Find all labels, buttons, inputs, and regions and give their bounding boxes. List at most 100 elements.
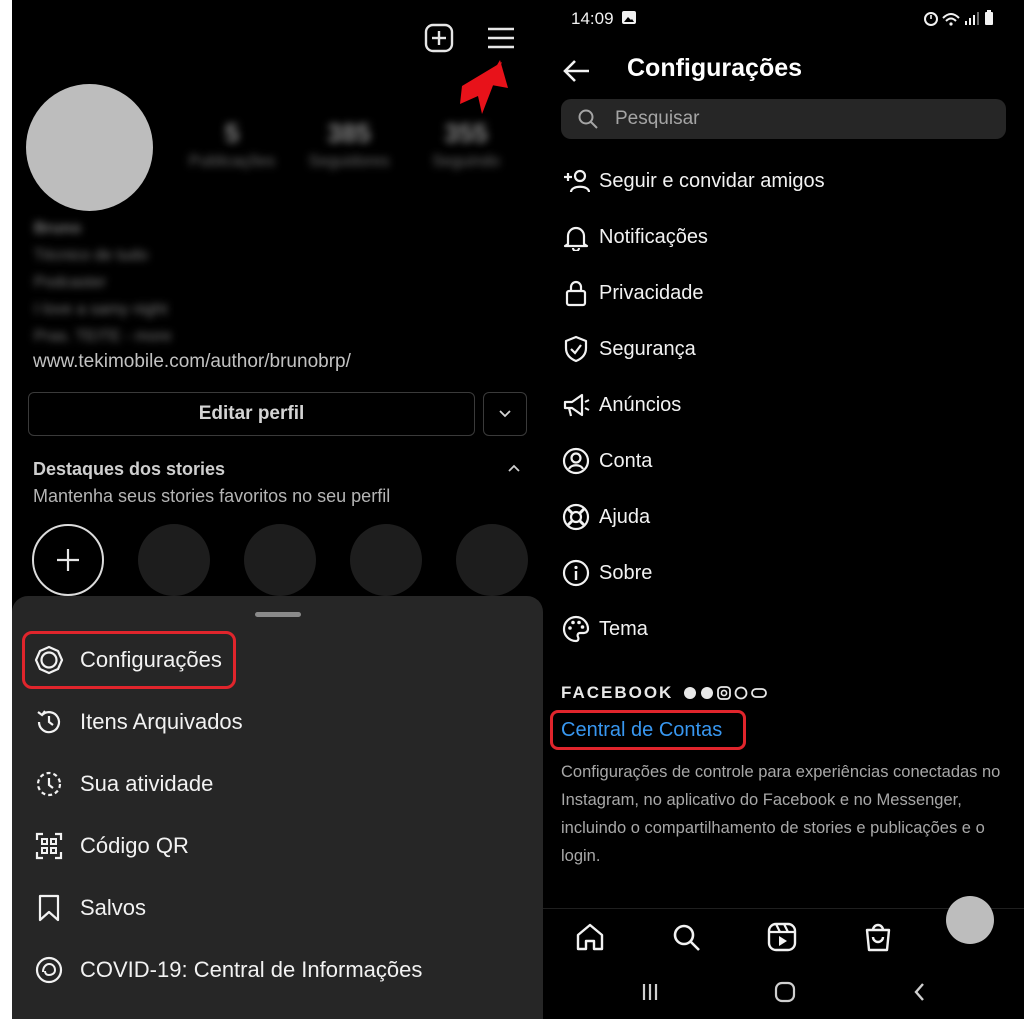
profile-tab-avatar[interactable] [946, 896, 994, 944]
menu-item-salvos[interactable]: Salvos [12, 880, 543, 936]
nav-back-icon[interactable] [906, 978, 934, 1006]
stat-posts[interactable]: 5 Publicações [177, 118, 287, 171]
status-bar-icons [924, 10, 993, 26]
stat-posts-number: 5 [224, 118, 240, 148]
chevron-down-icon [499, 410, 511, 418]
android-navigation-bar [543, 966, 1024, 1019]
highlight-placeholder [244, 524, 316, 596]
search-icon [578, 109, 598, 129]
facebook-label: FACEBOOK [561, 683, 674, 702]
shield-check-icon [561, 334, 591, 364]
accounts-center-description: Configurações de controle para experiênc… [561, 763, 1001, 865]
chevron-up-icon[interactable] [506, 460, 522, 476]
settings-item-label: Conta [599, 449, 653, 472]
activity-clock-icon [32, 767, 66, 801]
menu-item-sua-atividade[interactable]: Sua atividade [12, 756, 543, 812]
accounts-center-link[interactable]: Central de Contas [561, 719, 722, 742]
stat-following-number: 355 [444, 118, 488, 148]
menu-item-label: Sua atividade [80, 771, 214, 796]
highlight-placeholder [138, 524, 210, 596]
qr-code-icon [32, 829, 66, 863]
home-icon[interactable] [574, 921, 606, 953]
bookmark-icon [32, 891, 66, 925]
settings-item-seguir-convidar[interactable]: Seguir e convidar amigos [543, 156, 1024, 206]
profile-screen: 5 Publicações 385 Seguidores 355 Seguind… [12, 0, 543, 1019]
settings-item-label: Anúncios [599, 393, 682, 416]
menu-item-label: Salvos [80, 895, 147, 920]
settings-item-notificacoes[interactable]: Notificações [543, 212, 1024, 262]
settings-item-label: Sobre [599, 561, 653, 584]
settings-item-privacidade[interactable]: Privacidade [543, 268, 1024, 318]
search-tab-icon[interactable] [670, 921, 702, 953]
settings-item-label: Ajuda [599, 505, 651, 528]
covid-info-icon [32, 953, 66, 987]
archive-history-icon [32, 705, 66, 739]
stat-followers-number: 385 [327, 118, 371, 148]
settings-item-label: Segurança [599, 337, 696, 360]
home-button-icon[interactable] [771, 978, 799, 1006]
settings-item-anuncios[interactable]: Anúncios [543, 380, 1024, 430]
settings-item-tema[interactable]: Tema [543, 604, 1024, 654]
megaphone-icon [561, 390, 591, 420]
menu-item-label: COVID-19: Central de Informações [80, 957, 423, 982]
menu-item-label: Código QR [80, 833, 189, 858]
profile-website-link[interactable]: www.tekimobile.com/author/brunobrp/ [33, 351, 351, 373]
recent-apps-icon[interactable] [636, 978, 664, 1006]
shop-bag-icon[interactable] [862, 921, 894, 953]
status-time: 14:09 [571, 9, 614, 28]
search-input[interactable]: Pesquisar [561, 99, 1006, 139]
menu-item-itens-arquivados[interactable]: Itens Arquivados [12, 694, 543, 750]
settings-item-ajuda[interactable]: Ajuda [543, 492, 1024, 542]
gallery-notification-icon [622, 11, 636, 24]
highlights-subtitle: Mantenha seus stories favoritos no seu p… [33, 486, 391, 506]
lifebuoy-icon [561, 502, 591, 532]
menu-item-covid[interactable]: COVID-19: Central de Informações [12, 942, 543, 998]
menu-item-configuracoes[interactable]: Configurações [12, 632, 543, 688]
red-pointer-arrow-icon [460, 60, 508, 114]
menu-item-codigo-qr[interactable]: Código QR [12, 818, 543, 874]
bio-line: Pras. TEITE - more [34, 328, 172, 345]
stat-followers[interactable]: 385 Seguidores [294, 118, 404, 171]
bio-line: I love a samy night [34, 301, 168, 318]
reels-icon[interactable] [766, 921, 798, 953]
hamburger-menu-icon[interactable] [485, 22, 517, 54]
add-person-icon [561, 166, 591, 196]
settings-item-label: Tema [599, 617, 648, 640]
settings-gear-icon [32, 643, 66, 677]
highlights-title: Destaques dos stories [33, 459, 226, 479]
settings-item-sobre[interactable]: Sobre [543, 548, 1024, 598]
sheet-grabber[interactable] [255, 612, 301, 617]
facebook-messenger-instagram-whatsapp-portal-icon [684, 686, 768, 700]
plus-icon [57, 549, 79, 571]
page-title: Configurações [627, 54, 803, 82]
menu-item-label: Configurações [80, 647, 222, 672]
settings-item-conta[interactable]: Conta [543, 436, 1024, 486]
settings-screen: 14:09 Configurações Pesquisar Seguir e c… [543, 0, 1024, 1019]
settings-item-seguranca[interactable]: Segurança [543, 324, 1024, 374]
search-placeholder: Pesquisar [615, 108, 700, 129]
options-bottom-sheet: Configurações Itens Arquivados Sua ativi… [12, 596, 543, 1019]
settings-item-label: Privacidade [599, 281, 704, 304]
highlight-placeholder [350, 524, 422, 596]
settings-item-label: Seguir e convidar amigos [599, 169, 825, 192]
meta-apps-icons [683, 686, 768, 700]
highlight-placeholder [456, 524, 528, 596]
facebook-section-header: FACEBOOK [561, 683, 768, 703]
bio-name: Bruno [34, 220, 82, 237]
palette-icon [561, 614, 591, 644]
profile-avatar[interactable] [26, 84, 153, 211]
suggestions-toggle-button[interactable] [483, 392, 527, 436]
back-arrow-icon[interactable] [561, 56, 591, 86]
bio-line: Podcaster [34, 274, 107, 291]
account-circle-icon [561, 446, 591, 476]
stat-followers-label: Seguidores [308, 153, 390, 170]
menu-item-label: Itens Arquivados [80, 709, 243, 734]
new-post-icon[interactable] [423, 22, 455, 54]
stat-following[interactable]: 355 Seguindo [411, 118, 521, 171]
new-highlight-button[interactable] [32, 524, 104, 596]
settings-item-label: Notificações [599, 225, 708, 248]
bell-icon [561, 222, 591, 252]
edit-profile-button[interactable]: Editar perfil [28, 392, 475, 436]
info-icon [561, 558, 591, 588]
stat-following-label: Seguindo [432, 153, 500, 170]
